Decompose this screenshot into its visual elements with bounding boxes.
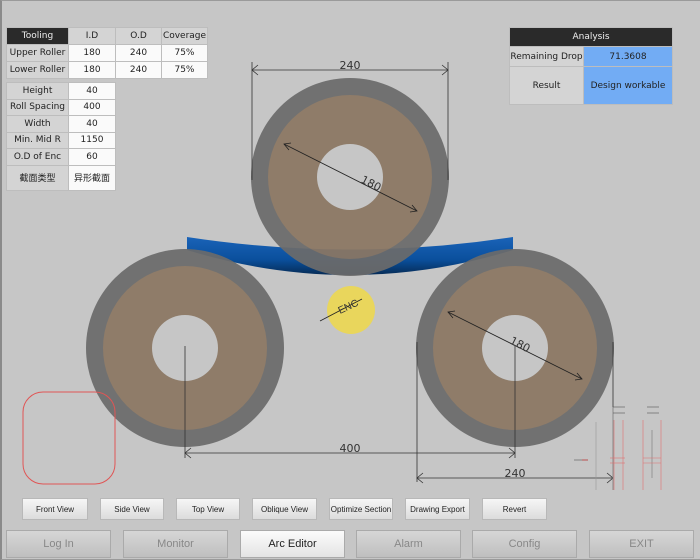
drawing-export-button[interactable]: Drawing Export — [405, 498, 470, 520]
side-view-button[interactable]: Side View — [100, 498, 164, 520]
nav-exit[interactable]: EXIT — [589, 530, 694, 558]
bottom-od-label: 240 — [505, 467, 526, 480]
nav-log-in[interactable]: Log In — [6, 530, 111, 558]
nav-alarm[interactable]: Alarm — [356, 530, 461, 558]
nav-config[interactable]: Config — [472, 530, 577, 558]
optimize-section-button[interactable]: Optimize Section — [329, 498, 393, 520]
front-view-button[interactable]: Front View — [22, 498, 88, 520]
top-od-label: 240 — [340, 59, 361, 72]
side-view-thumbnail[interactable] — [574, 406, 662, 490]
roller-drawing-canvas[interactable]: ENC 240 180 180 400 240 — [0, 0, 700, 490]
oblique-view-button[interactable]: Oblique View — [252, 498, 317, 520]
spacing-label: 400 — [340, 442, 361, 455]
revert-button[interactable]: Revert — [482, 498, 547, 520]
selection-box[interactable] — [22, 391, 116, 485]
nav-monitor[interactable]: Monitor — [123, 530, 228, 558]
nav-arc-editor[interactable]: Arc Editor — [240, 530, 345, 558]
top-view-button[interactable]: Top View — [176, 498, 240, 520]
